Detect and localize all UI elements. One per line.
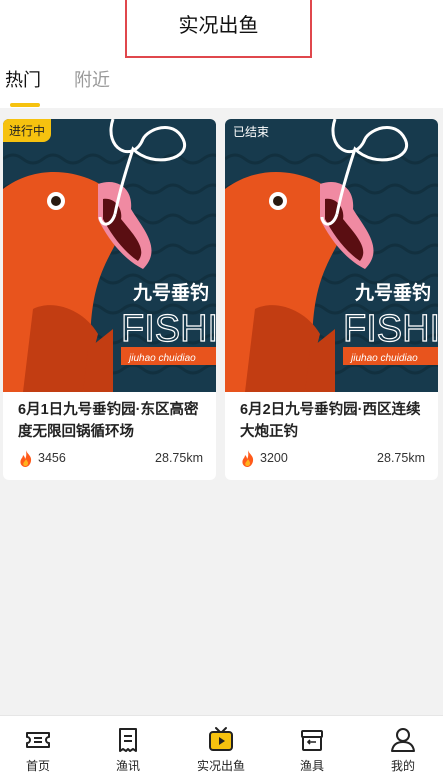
card-title: 6月2日九号垂钓园·西区连续大炮正钓 [240,402,421,440]
distance: 28.75km [155,451,203,465]
fire-icon [20,450,32,467]
fire-icon [242,450,254,467]
cover-image: 九号垂钓 FISHING jiuhao chuidiao [225,119,438,392]
user-icon [391,728,415,752]
nav-gear[interactable]: 渔具 [282,716,342,776]
receipt-icon [119,728,137,752]
tv-play-icon [209,727,233,751]
tab-hot[interactable]: 热门 [5,66,41,92]
card-title: 6月1日九号垂钓园·东区高密度无限回锅循环场 [18,402,199,440]
bottom-nav: 首页 渔讯 实况出鱼 渔具 我的 [0,715,443,776]
poster-word: FISHING [343,308,438,350]
top-area: 实况出鱼 热门 附近 [0,0,443,108]
active-tab-indicator [10,103,40,107]
tab-bar: 热门 附近 [0,66,443,108]
heat-count: 3456 [38,451,66,465]
nav-label: 我的 [390,759,415,773]
live-card[interactable]: 九号垂钓 FISHING jiuhao chuidiao 已结束 6月2日九号垂… [225,119,438,480]
nav-label: 渔讯 [115,759,140,773]
ticket-icon [26,732,50,748]
heat-count: 3200 [260,451,288,465]
status-badge: 已结束 [233,125,270,139]
poster-sub: jiuhao chuidiao [349,353,418,364]
poster-brand: 九号垂钓 [354,281,431,304]
nav-label: 首页 [25,759,50,773]
nav-label: 实况出鱼 [196,759,245,773]
nav-news[interactable]: 渔讯 [98,716,158,776]
nav-home[interactable]: 首页 [8,716,68,776]
distance: 28.75km [377,451,425,465]
nav-live[interactable]: 实况出鱼 [191,716,251,776]
poster-word: FISHING [121,308,216,350]
status-badge: 进行中 [3,119,52,142]
poster-sub: jiuhao chuidiao [127,353,196,364]
nav-mine[interactable]: 我的 [373,716,433,776]
cover-image: 九号垂钓 FISHING jiuhao chuidiao [3,119,216,392]
nav-label: 渔具 [299,759,324,773]
tab-nearby[interactable]: 附近 [74,66,110,92]
header-title-box: 实况出鱼 [125,0,312,58]
box-icon [301,730,323,751]
live-card[interactable]: 九号垂钓 FISHING jiuhao chuidiao 进行中 6月1日九号垂… [3,119,216,480]
poster-brand: 九号垂钓 [132,281,209,304]
page-title: 实况出鱼 [178,14,259,37]
